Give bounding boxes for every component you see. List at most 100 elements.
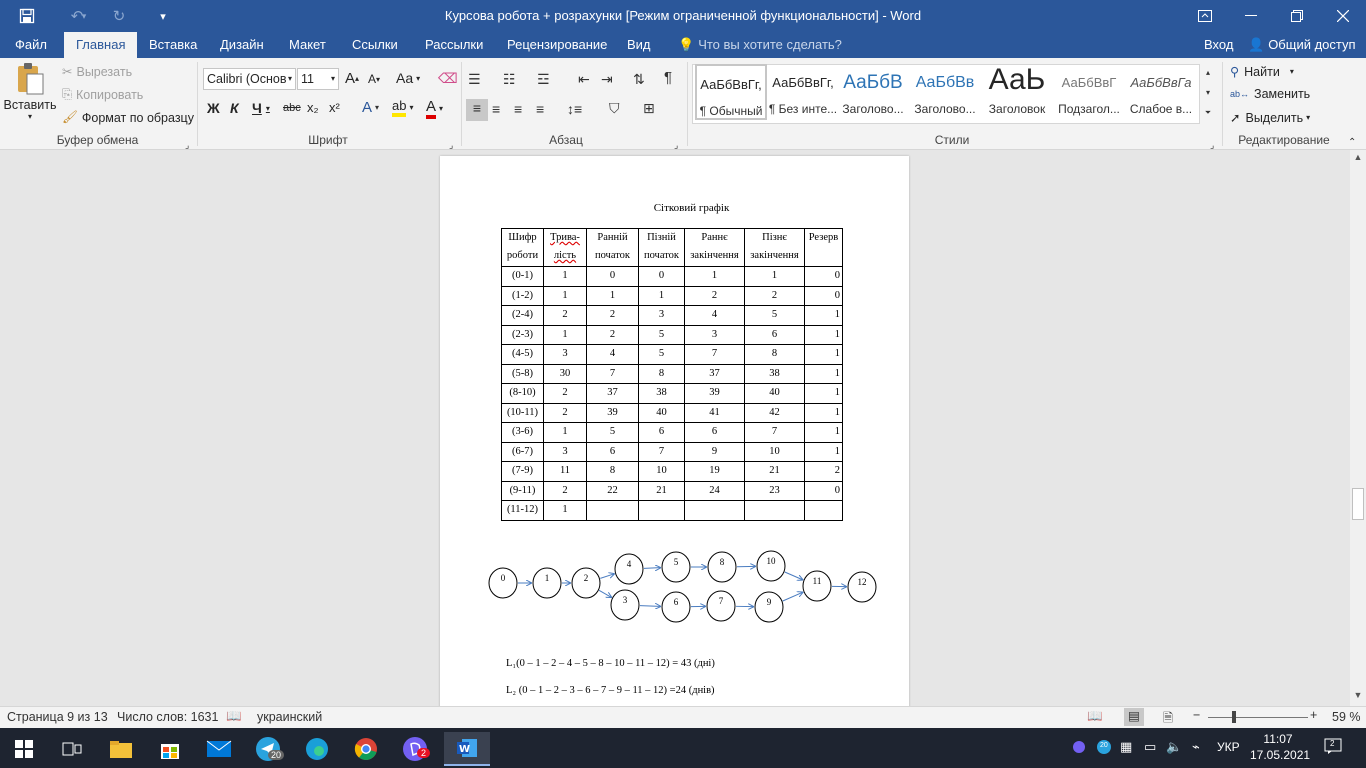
telegram-tray-icon[interactable]: 20 (1096, 739, 1112, 758)
grow-font-button[interactable]: A ▴ (345, 70, 359, 87)
copy-button[interactable]: ⎘ Копировать (62, 87, 143, 102)
viber-tray-icon[interactable] (1072, 740, 1086, 757)
style-normal[interactable]: АаБбВвГг, ¶ Обычный (695, 64, 767, 120)
font-size-combo[interactable]: 11 ▾ (297, 68, 339, 90)
language-indicator[interactable]: украинский (257, 710, 322, 724)
word-count[interactable]: Число слов: 1631 (117, 710, 218, 724)
bullets-icon[interactable]: ☰ (468, 70, 481, 88)
replace-button[interactable]: ab↔ Заменить (1230, 87, 1310, 101)
font-name-combo[interactable]: Calibri (Основ ▾ (203, 68, 296, 90)
line-spacing-icon[interactable]: ↕≡ (567, 100, 582, 118)
format-painter-button[interactable]: 🖌 Формат по образцу (62, 110, 194, 125)
file-explorer-icon[interactable] (101, 732, 141, 766)
close-icon[interactable] (1320, 0, 1366, 32)
zoom-slider-thumb[interactable] (1232, 711, 1236, 723)
italic-button[interactable]: К (230, 100, 239, 116)
proofing-icon[interactable]: 📖 (226, 709, 242, 724)
tab-design[interactable]: Дизайн (208, 32, 276, 58)
underline-button[interactable]: Ч ▾ (252, 100, 270, 116)
scroll-down-icon[interactable]: ▼ (1350, 690, 1366, 700)
tab-references[interactable]: Ссылки (340, 32, 410, 58)
restore-icon[interactable] (1274, 0, 1320, 32)
language-indicator-tray[interactable]: УКР (1217, 740, 1240, 754)
styles-scroll-down-icon[interactable]: ▾ (1201, 84, 1215, 102)
print-layout-icon[interactable]: ▤ (1124, 708, 1144, 726)
styles-scroll-up-icon[interactable]: ▴ (1201, 64, 1215, 82)
change-case-button[interactable]: Aa ▾ (396, 70, 420, 86)
tab-view[interactable]: Вид (615, 32, 663, 58)
select-button[interactable]: ➚ Выделить ▾ (1230, 110, 1310, 126)
word-taskbar-icon[interactable]: W (444, 732, 490, 766)
zoom-in-icon[interactable]: + (1310, 708, 1317, 722)
scroll-up-icon[interactable]: ▲ (1350, 152, 1366, 162)
multilevel-list-icon[interactable]: ☲ (537, 70, 550, 88)
telegram-icon[interactable]: 20 (248, 732, 288, 766)
shrink-font-button[interactable]: A ▾ (368, 72, 380, 86)
store-icon[interactable] (150, 732, 190, 766)
style-heading-1[interactable]: АаБбВ Заголово... (837, 64, 909, 120)
sort-icon[interactable]: ⇅ (633, 70, 645, 88)
vertical-scrollbar[interactable]: ▲ ▼ (1350, 150, 1366, 706)
grow-font-glyph: A (345, 70, 356, 87)
style-no-spacing[interactable]: АаБбВвГг, ¶ Без инте... (767, 64, 839, 120)
styles-more-icon[interactable]: ⏷ (1201, 104, 1215, 122)
tab-review[interactable]: Рецензирование (495, 32, 619, 58)
font-color-icon[interactable]: A ▾ (426, 98, 443, 119)
bold-button[interactable]: Ж (207, 100, 220, 116)
style-title[interactable]: АаЬ Заголовок (981, 64, 1053, 120)
style-subtle-emphasis[interactable]: АаБбВвГа Слабое в... (1125, 64, 1197, 120)
notifications-icon[interactable]: 2 (1324, 738, 1342, 757)
viber-icon[interactable]: 2 (395, 732, 435, 766)
page-indicator[interactable]: Страница 9 из 13 (7, 710, 108, 724)
increase-indent-icon[interactable]: ⇥ (601, 70, 613, 88)
tab-layout[interactable]: Макет (277, 32, 338, 58)
show-marks-icon[interactable]: ¶ (664, 69, 672, 87)
borders-icon[interactable]: ⊞ (643, 99, 655, 117)
ribbon-display-options-icon[interactable] (1182, 0, 1228, 32)
share-button[interactable]: 👤 Общий доступ (1236, 32, 1366, 58)
style-subtitle[interactable]: АаБбВвГ Подзагол... (1053, 64, 1125, 120)
align-left-icon[interactable]: ≡ (466, 99, 488, 121)
battery-icon[interactable]: ▭ (1144, 739, 1156, 755)
clock-time[interactable]: 11:07 (1250, 732, 1306, 746)
read-mode-icon[interactable]: 📖 (1087, 709, 1103, 724)
style-heading-2[interactable]: АаБбВв Заголово... (909, 64, 981, 120)
tab-file[interactable]: Файл (3, 32, 59, 58)
tab-mailings[interactable]: Рассылки (413, 32, 495, 58)
chrome-icon[interactable] (346, 732, 386, 766)
cut-button[interactable]: ✂ Вырезать (62, 64, 132, 80)
web-layout-icon[interactable]: 🗎 (1163, 709, 1173, 730)
edge-icon[interactable] (297, 732, 337, 766)
clear-formatting-icon[interactable]: ⌫ (438, 70, 458, 87)
numbering-icon[interactable]: ☷ (503, 70, 516, 88)
volume-icon[interactable]: 🔈 (1166, 739, 1182, 755)
justify-icon[interactable]: ≡ (536, 100, 544, 118)
zoom-slider[interactable] (1208, 717, 1308, 718)
document-page[interactable]: Сітковий графік Шифр роботи Трива-лість Ра… (440, 156, 909, 706)
task-view-icon[interactable] (52, 732, 92, 766)
align-right-icon[interactable]: ≡ (514, 100, 522, 118)
scroll-thumb[interactable] (1352, 488, 1364, 520)
zoom-level[interactable]: 59 % (1332, 710, 1361, 724)
superscript-button[interactable]: x² (329, 100, 340, 115)
tab-home[interactable]: Главная (64, 32, 138, 58)
decrease-indent-icon[interactable]: ⇤ (578, 70, 590, 88)
text-effects-icon[interactable]: A ▾ (362, 99, 379, 116)
clock-date[interactable]: 17.05.2021 (1250, 748, 1310, 762)
zoom-out-icon[interactable]: − (1193, 708, 1200, 722)
network-icon[interactable]: ⌁ (1192, 739, 1200, 755)
table-cell: 0 (586, 266, 639, 287)
paste-button[interactable]: Вставить ▾ (4, 62, 57, 121)
app-tray-icon[interactable]: ▦ (1120, 739, 1132, 755)
start-windows-icon[interactable] (4, 732, 44, 766)
minimize-icon[interactable] (1228, 0, 1274, 32)
align-center-icon[interactable]: ≡ (492, 100, 500, 118)
mail-icon[interactable] (199, 732, 239, 766)
tab-insert[interactable]: Вставка (137, 32, 209, 58)
subscript-button[interactable]: x₂ (307, 100, 319, 115)
highlight-icon[interactable]: ab ▾ (392, 98, 413, 117)
tell-me-search[interactable]: 💡 Что вы хотите сделать? (666, 32, 854, 58)
find-button[interactable]: ⚲ Найти ▾ (1230, 64, 1294, 80)
shading-icon[interactable]: ⛉ (609, 99, 620, 117)
strikethrough-button[interactable]: abc (283, 102, 301, 114)
